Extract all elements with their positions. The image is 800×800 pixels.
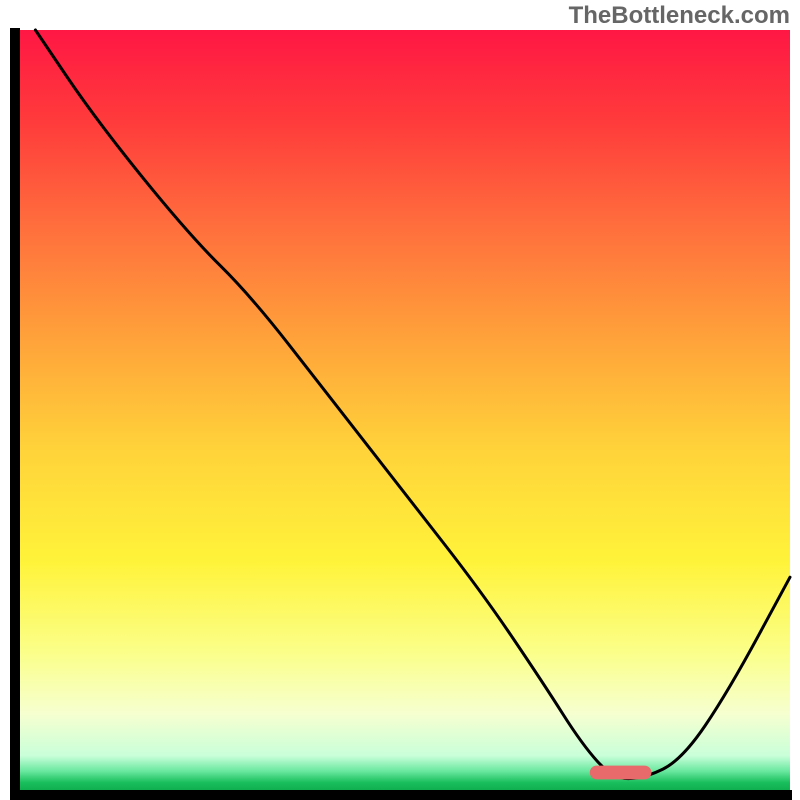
gradient-background — [20, 30, 790, 790]
y-axis — [10, 28, 20, 800]
chart-svg — [0, 0, 800, 800]
x-axis — [10, 790, 792, 800]
optimal-range-marker — [590, 766, 652, 780]
bottleneck-chart: TheBottleneck.com — [0, 0, 800, 800]
watermark-text: TheBottleneck.com — [569, 2, 790, 30]
